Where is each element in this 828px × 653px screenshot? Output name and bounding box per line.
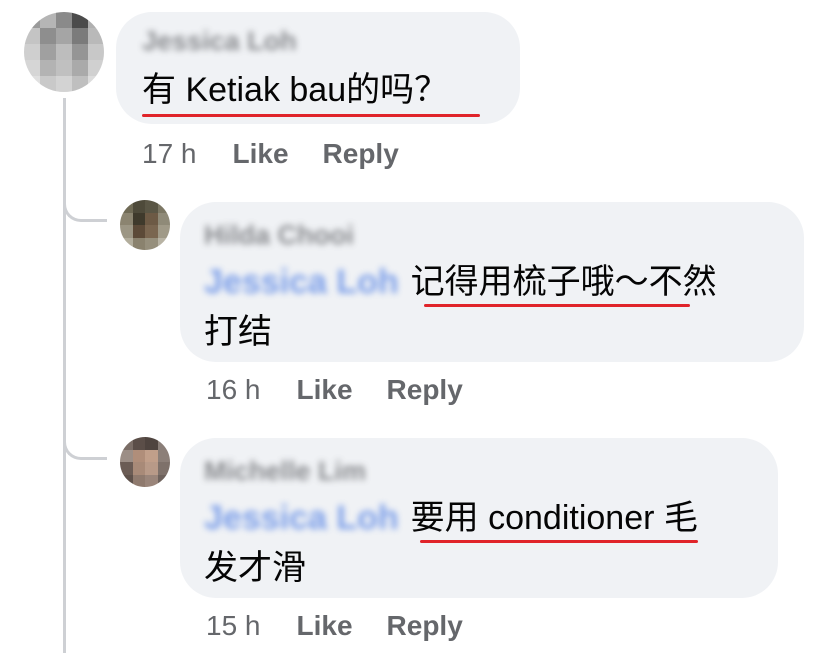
avatar-pixel: [145, 437, 158, 450]
avatar-pixel: [157, 212, 170, 225]
avatar-pixel: [145, 474, 158, 487]
avatar-pixel: [56, 60, 72, 76]
avatar-pixel: [120, 462, 133, 475]
avatar-pixel: [24, 44, 40, 60]
like-button[interactable]: Like: [297, 610, 353, 642]
avatar-pixel: [88, 44, 104, 60]
timestamp: 15 h: [206, 610, 261, 641]
avatar-pixel: [157, 449, 170, 462]
avatar-pixel: [40, 12, 56, 28]
reply-author[interactable]: Hilda Chooi: [204, 220, 354, 251]
avatar-pixel: [56, 12, 72, 28]
avatar-pixel: [145, 212, 158, 225]
avatar-pixel: [132, 462, 145, 475]
avatar-pixel: [120, 474, 133, 487]
avatar[interactable]: [120, 200, 170, 250]
red-underline: [420, 540, 698, 543]
avatar-pixel: [24, 60, 40, 76]
avatar-pixel: [157, 225, 170, 238]
avatar-pixel: [88, 12, 104, 28]
avatar-pixel: [72, 44, 88, 60]
avatar-pixel: [120, 225, 133, 238]
reply-text-line: 发才滑: [204, 549, 306, 587]
avatar-pixel: [145, 200, 158, 213]
avatar-pixel: [72, 60, 88, 76]
like-button[interactable]: Like: [297, 374, 353, 406]
avatar-pixel: [132, 437, 145, 450]
avatar-pixel: [157, 462, 170, 475]
avatar-pixel: [120, 449, 133, 462]
avatar-pixel: [132, 225, 145, 238]
avatar-pixel: [120, 237, 133, 250]
avatar[interactable]: [24, 12, 104, 92]
comment-actions: 17 h Like Reply: [142, 138, 433, 170]
avatar-pixel: [132, 449, 145, 462]
reply-text-line: Jessica Loh 记得用梳子哦～不然: [204, 256, 717, 308]
reply-text-line: Jessica Loh 要用 conditioner 毛: [204, 492, 698, 544]
mention-link[interactable]: Jessica Loh: [204, 492, 399, 544]
avatar-pixel: [120, 212, 133, 225]
avatar-pixel: [88, 60, 104, 76]
reply-text: 记得用梳子哦～不然: [410, 263, 717, 301]
like-button[interactable]: Like: [233, 138, 289, 170]
reply-bubble: Michelle Lim Jessica Loh 要用 conditioner 毛…: [180, 438, 778, 598]
avatar-pixel: [157, 474, 170, 487]
avatar-pixel: [24, 12, 40, 28]
avatar-pixel: [40, 44, 56, 60]
avatar-pixel: [157, 437, 170, 450]
avatar-pixel: [145, 449, 158, 462]
avatar-pixel: [40, 60, 56, 76]
avatar-pixel: [132, 474, 145, 487]
avatar-pixel: [88, 28, 104, 44]
avatar-pixel: [120, 200, 133, 213]
timestamp: 17 h: [142, 138, 197, 169]
avatar-pixel: [72, 76, 88, 92]
mention-link[interactable]: Jessica Loh: [204, 256, 399, 308]
avatar-pixel: [56, 44, 72, 60]
avatar[interactable]: [120, 437, 170, 487]
avatar-pixel: [120, 437, 133, 450]
reply-actions: 16 h Like Reply: [206, 374, 497, 406]
reply-text: 要用 conditioner 毛: [410, 499, 698, 537]
avatar-pixel: [40, 76, 56, 92]
avatar-pixel: [24, 28, 40, 44]
avatar-pixel: [88, 76, 104, 92]
thread-line: [63, 98, 66, 653]
comment-author[interactable]: Jessica Loh: [142, 26, 297, 57]
comment-text: 有 Ketiak bau的吗？: [142, 71, 449, 109]
avatar-pixel: [132, 237, 145, 250]
avatar-pixel: [157, 200, 170, 213]
avatar-pixel: [72, 12, 88, 28]
avatar-pixel: [56, 28, 72, 44]
avatar-pixel: [40, 28, 56, 44]
reply-button[interactable]: Reply: [323, 138, 399, 170]
timestamp: 16 h: [206, 374, 261, 405]
avatar-pixel: [145, 225, 158, 238]
avatar-pixel: [145, 237, 158, 250]
comment-bubble: Jessica Loh 有 Ketiak bau的吗？: [116, 12, 520, 124]
avatar-pixel: [145, 462, 158, 475]
avatar-pixel: [132, 212, 145, 225]
reply-author[interactable]: Michelle Lim: [204, 456, 366, 487]
reply-bubble: Hilda Chooi Jessica Loh 记得用梳子哦～不然 打结: [180, 202, 804, 362]
thread-connector: [63, 200, 107, 222]
comment-thread: Jessica Loh 有 Ketiak bau的吗？ 17 h Like Re…: [0, 0, 828, 653]
red-underline: [142, 114, 480, 117]
reply-actions: 15 h Like Reply: [206, 610, 497, 642]
avatar-pixel: [132, 200, 145, 213]
avatar-pixel: [24, 76, 40, 92]
reply-text-line: 打结: [204, 313, 272, 351]
avatar-pixel: [157, 237, 170, 250]
avatar-pixel: [72, 28, 88, 44]
reply-button[interactable]: Reply: [387, 374, 463, 406]
avatar-pixel: [56, 76, 72, 92]
thread-connector: [63, 438, 107, 460]
red-underline: [424, 304, 690, 307]
reply-button[interactable]: Reply: [387, 610, 463, 642]
